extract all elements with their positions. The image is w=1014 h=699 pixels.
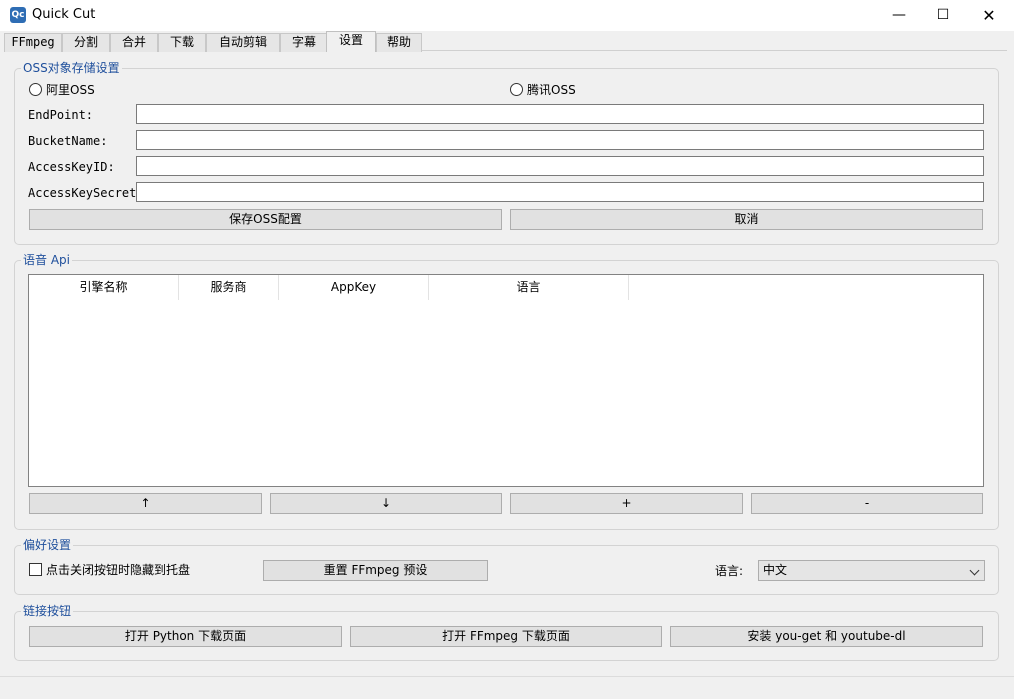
preferences-group: 偏好设置 点击关闭按钮时隐藏到托盘 重置 FFmpeg 预设 语言: 中文 <box>14 538 999 595</box>
speech-group-title: 语音 Api <box>21 253 72 267</box>
tencent-oss-label: 腾讯OSS <box>527 83 576 97</box>
save-oss-config-button[interactable]: 保存OSS配置 <box>29 209 502 230</box>
bucket-name-input[interactable] <box>136 130 984 150</box>
speech-api-group: 语音 Api 引擎名称 服务商 AppKey 语言 ↑ ↓ + - <box>14 253 999 530</box>
oss-settings-group: OSS对象存储设置 阿里OSS 腾讯OSS EndPoint: BucketNa… <box>14 61 999 245</box>
open-python-download-button[interactable]: 打开 Python 下载页面 <box>29 626 342 647</box>
tab-subtitles[interactable]: 字幕 <box>280 33 328 52</box>
chevron-down-icon <box>969 565 980 576</box>
open-ffmpeg-download-button[interactable]: 打开 FFmpeg 下载页面 <box>350 626 662 647</box>
links-group: 链接按钮 打开 Python 下载页面 打开 FFmpeg 下载页面 安装 yo… <box>14 604 999 661</box>
bucket-name-label: BucketName: <box>28 134 108 148</box>
tab-help[interactable]: 帮助 <box>376 33 422 52</box>
language-select-value: 中文 <box>763 563 788 577</box>
tab-auto-edit[interactable]: 自动剪辑 <box>206 33 280 52</box>
add-engine-button[interactable]: + <box>510 493 743 514</box>
language-select[interactable]: 中文 <box>758 560 985 581</box>
access-key-id-input[interactable] <box>136 156 984 176</box>
tab-merge[interactable]: 合并 <box>110 33 158 52</box>
column-header-language[interactable]: 语言 <box>429 275 629 300</box>
tab-ffmpeg[interactable]: FFmpeg <box>4 33 62 52</box>
endpoint-label: EndPoint: <box>28 108 94 122</box>
status-bar <box>0 676 1014 699</box>
access-key-secret-input[interactable] <box>136 182 984 202</box>
app-logo-icon: Qc <box>10 7 26 23</box>
remove-engine-button[interactable]: - <box>751 493 983 514</box>
minimize-button[interactable]: — <box>876 0 922 31</box>
tab-download[interactable]: 下载 <box>158 33 206 52</box>
column-header-provider[interactable]: 服务商 <box>179 275 279 300</box>
hide-to-tray-checkbox[interactable] <box>29 563 42 576</box>
reset-ffmpeg-presets-button[interactable]: 重置 FFmpeg 预设 <box>263 560 488 581</box>
column-header-appkey[interactable]: AppKey <box>279 275 429 300</box>
tab-split[interactable]: 分割 <box>62 33 110 52</box>
aliyun-oss-radio[interactable] <box>29 83 42 96</box>
links-group-title: 链接按钮 <box>21 604 74 618</box>
speech-engine-table[interactable]: 引擎名称 服务商 AppKey 语言 <box>28 274 984 487</box>
language-label: 语言: <box>715 564 744 578</box>
title-bar: Qc Quick Cut — ☐ ✕ <box>0 0 1014 31</box>
maximize-button[interactable]: ☐ <box>920 0 966 31</box>
hide-to-tray-label: 点击关闭按钮时隐藏到托盘 <box>46 563 191 577</box>
move-up-button[interactable]: ↑ <box>29 493 262 514</box>
column-header-engine-name[interactable]: 引擎名称 <box>29 275 179 300</box>
tencent-oss-radio[interactable] <box>510 83 523 96</box>
move-down-button[interactable]: ↓ <box>270 493 502 514</box>
oss-group-title: OSS对象存储设置 <box>21 61 122 75</box>
tab-settings[interactable]: 设置 <box>326 31 376 52</box>
window-title: Quick Cut <box>32 7 96 22</box>
access-key-secret-label: AccessKeySecret: <box>28 186 144 200</box>
aliyun-oss-label: 阿里OSS <box>46 83 95 97</box>
preferences-group-title: 偏好设置 <box>21 538 74 552</box>
access-key-id-label: AccessKeyID: <box>28 160 115 174</box>
cancel-button[interactable]: 取消 <box>510 209 983 230</box>
install-you-get-youtube-dl-button[interactable]: 安装 you-get 和 youtube-dl <box>670 626 983 647</box>
endpoint-input[interactable] <box>136 104 984 124</box>
close-button[interactable]: ✕ <box>966 0 1012 31</box>
